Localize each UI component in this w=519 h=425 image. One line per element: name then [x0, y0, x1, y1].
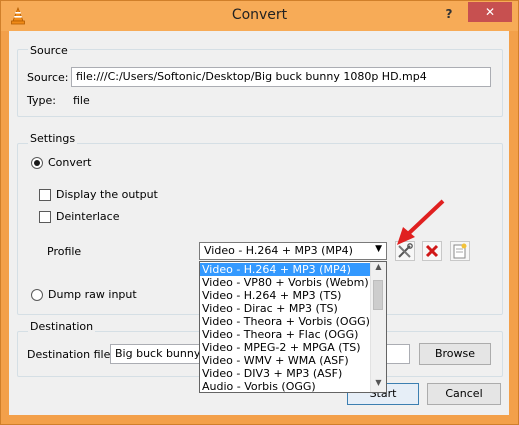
profile-option[interactable]: Video - Dirac + MP3 (TS)	[200, 302, 371, 315]
profile-select-value: Video - H.264 + MP3 (MP4)	[204, 244, 353, 257]
type-label: Type:	[27, 94, 56, 107]
title-bar: Convert ? ✕	[1, 1, 518, 31]
display-output-checkbox[interactable]	[39, 189, 51, 201]
close-button[interactable]: ✕	[468, 2, 512, 22]
profile-select[interactable]: Video - H.264 + MP3 (MP4) ▼	[199, 242, 387, 260]
dump-raw-label: Dump raw input	[48, 288, 137, 301]
profile-label: Profile	[47, 245, 82, 258]
deinterlace-checkbox[interactable]	[39, 211, 51, 223]
convert-dialog: Convert ? ✕ Source Source: file:///C:/Us…	[0, 0, 519, 425]
convert-radio-label: Convert	[48, 156, 92, 169]
scroll-down-icon[interactable]: ▼	[371, 378, 386, 392]
profile-option[interactable]: Audio - Vorbis (OGG)	[200, 380, 371, 392]
profile-option[interactable]: Video - Theora + Flac (OGG)	[200, 328, 371, 341]
type-value: file	[73, 94, 90, 107]
profile-options: Video - H.264 + MP3 (MP4) Video - VP80 +…	[200, 263, 371, 392]
profile-dropdown-list[interactable]: Video - H.264 + MP3 (MP4) Video - VP80 +…	[199, 261, 387, 393]
dialog-body: Source Source: file:///C:/Users/Softonic…	[9, 31, 509, 415]
settings-group-label: Settings	[28, 132, 78, 145]
profile-option[interactable]: Video - H.264 + MP3 (MP4)	[200, 263, 371, 276]
dropdown-scrollbar[interactable]: ▲ ▼	[370, 262, 386, 392]
profile-option[interactable]: Video - VP80 + Vorbis (Webm)	[200, 276, 371, 289]
red-arrow-annotation	[397, 199, 445, 245]
source-group-label: Source	[28, 44, 70, 57]
display-output-label: Display the output	[56, 188, 158, 201]
dump-raw-radio[interactable]	[31, 289, 43, 301]
source-label: Source:	[27, 71, 69, 84]
scroll-thumb[interactable]	[373, 280, 383, 310]
new-profile-icon	[453, 243, 467, 259]
profile-option[interactable]: Video - MPEG-2 + MPGA (TS)	[200, 341, 371, 354]
convert-radio[interactable]	[31, 157, 43, 169]
deinterlace-label: Deinterlace	[56, 210, 120, 223]
help-button[interactable]: ?	[441, 7, 457, 23]
source-input[interactable]: file:///C:/Users/Softonic/Desktop/Big bu…	[71, 67, 491, 87]
profile-option[interactable]: Video - Theora + Vorbis (OGG)	[200, 315, 371, 328]
chevron-down-icon: ▼	[375, 244, 382, 254]
profile-option[interactable]: Video - DIV3 + MP3 (ASF)	[200, 367, 371, 380]
scroll-up-icon[interactable]: ▲	[371, 262, 386, 276]
browse-button[interactable]: Browse	[419, 343, 491, 365]
cancel-button[interactable]: Cancel	[427, 383, 501, 405]
profile-option[interactable]: Video - WMV + WMA (ASF)	[200, 354, 371, 367]
destination-file-label: Destination file:	[27, 348, 115, 361]
new-profile-button[interactable]	[450, 241, 470, 261]
profile-option[interactable]: Video - H.264 + MP3 (TS)	[200, 289, 371, 302]
destination-group-label: Destination	[28, 320, 96, 333]
